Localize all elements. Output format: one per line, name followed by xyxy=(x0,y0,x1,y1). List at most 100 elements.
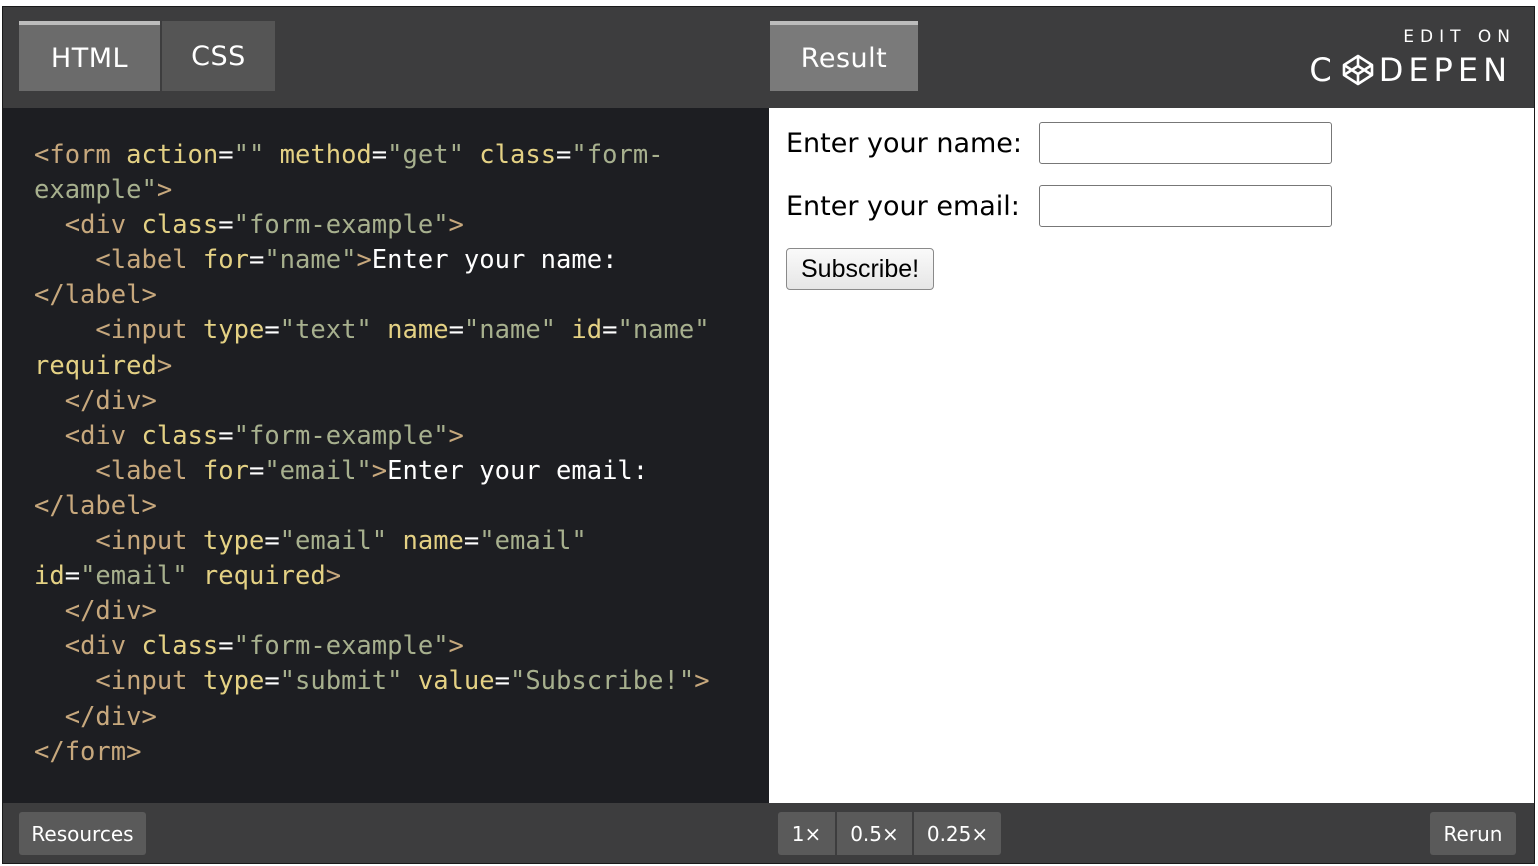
code-token: "email" xyxy=(264,455,372,486)
zoom-0.25x-button[interactable]: 0.25× xyxy=(914,812,1001,855)
code-line: <input type="email" name="email" xyxy=(34,524,769,559)
code-token: <label xyxy=(95,245,203,276)
edit-on-codepen-link[interactable]: EDIT ON C DEPEN xyxy=(1309,27,1512,87)
tab-result[interactable]: Result xyxy=(770,21,918,91)
zoom-1x-button[interactable]: 1× xyxy=(778,812,835,855)
code-token: </form> xyxy=(34,736,142,767)
code-line: <label for="email">Enter your email: xyxy=(34,454,769,489)
code-token: = xyxy=(494,666,510,697)
subscribe-button[interactable]: Subscribe! xyxy=(786,248,935,290)
code-line: <form action="" method="get" class="form… xyxy=(34,138,769,173)
code-token: for xyxy=(202,455,249,486)
code-line: <div class="form-example"> xyxy=(34,419,769,454)
html-code-editor[interactable]: <form action="" method="get" class="form… xyxy=(3,108,769,803)
code-token: "" xyxy=(233,140,280,170)
logo-text-left: C xyxy=(1309,51,1337,89)
code-token: "form-example" xyxy=(233,631,449,662)
code-line: </div> xyxy=(34,384,769,419)
rerun-button[interactable]: Rerun xyxy=(1430,812,1516,855)
code-token: = xyxy=(218,140,234,170)
email-input[interactable] xyxy=(1039,185,1332,227)
code-token: "Subscribe!" xyxy=(509,666,695,697)
code-token: class xyxy=(141,210,219,241)
code-token: <div xyxy=(64,631,142,662)
email-label: Enter your email: xyxy=(786,190,1020,222)
code-token: type xyxy=(202,526,265,557)
resources-button[interactable]: Resources xyxy=(19,812,146,855)
code-token: name xyxy=(387,315,449,346)
result-preview: Enter your name: Enter your email: Subsc… xyxy=(769,108,1534,803)
code-token: <input xyxy=(95,315,203,346)
codepen-cube-icon xyxy=(1342,54,1373,86)
top-bar: HTML CSS Result EDIT ON C DEPEN xyxy=(3,7,1534,108)
code-line: required> xyxy=(34,349,769,384)
codepen-embed: HTML CSS Result EDIT ON C DEPEN <form ac… xyxy=(2,6,1535,864)
name-form-row: Enter your name: xyxy=(786,122,1534,164)
code-token: = xyxy=(602,315,618,346)
code-token: type xyxy=(202,666,265,697)
code-token: <label xyxy=(95,455,203,486)
code-token: > xyxy=(156,175,173,206)
code-token: = xyxy=(64,561,81,592)
zoom-0.5x-button[interactable]: 0.5× xyxy=(837,812,912,855)
code-token: <input xyxy=(95,526,203,557)
code-token: = xyxy=(264,315,280,346)
code-token: Enter your email: xyxy=(387,455,649,486)
code-line: </div> xyxy=(34,594,769,629)
tab-html[interactable]: HTML xyxy=(19,21,160,91)
code-token: "name" xyxy=(463,315,572,346)
code-token: "get" xyxy=(387,140,480,170)
code-token: > xyxy=(448,420,464,451)
code-token: example" xyxy=(34,175,157,206)
code-line: <div class="form-example"> xyxy=(34,629,769,664)
code-token: "form-example" xyxy=(233,420,449,451)
code-token: required xyxy=(202,561,326,592)
code-token: <input xyxy=(95,666,203,697)
code-token: <div xyxy=(64,420,142,451)
code-token: required xyxy=(34,350,157,381)
code-line: <input type="submit" value="Subscribe!"> xyxy=(34,664,769,699)
code-token: name xyxy=(402,526,464,557)
edit-on-label: EDIT ON xyxy=(1403,27,1516,47)
code-line: <div class="form-example"> xyxy=(34,208,769,243)
bottom-bar: Resources 1× 0.5× 0.25× Rerun xyxy=(3,803,1534,863)
code-token: "email" xyxy=(80,561,203,592)
submit-form-row: Subscribe! xyxy=(786,248,1534,290)
code-token: > xyxy=(448,631,464,662)
code-token: "name" xyxy=(617,315,710,346)
tab-css[interactable]: CSS xyxy=(162,21,275,91)
code-token: class xyxy=(479,140,557,170)
code-token: "form-example" xyxy=(233,210,449,241)
code-token: "text" xyxy=(279,315,388,346)
code-token: class xyxy=(141,631,219,662)
code-token: </label> xyxy=(34,490,157,521)
code-token: = xyxy=(218,631,234,662)
code-token: "email" xyxy=(479,526,587,557)
code-token: > xyxy=(694,666,710,697)
code-token: > xyxy=(371,455,388,486)
code-token: > xyxy=(356,245,372,276)
code-token: </label> xyxy=(34,280,157,311)
code-token: = xyxy=(264,666,280,697)
code-token: > xyxy=(156,350,173,381)
code-token: for xyxy=(202,245,249,276)
code-token: = xyxy=(463,526,480,557)
code-token: "name" xyxy=(264,245,357,276)
code-line: example"> xyxy=(34,173,769,208)
code-line: id="email" required> xyxy=(34,559,769,594)
code-token: value xyxy=(417,666,495,697)
code-token: = xyxy=(248,455,265,486)
code-token: id xyxy=(571,315,603,346)
name-input[interactable] xyxy=(1039,122,1332,164)
code-token: </div> xyxy=(64,596,157,627)
